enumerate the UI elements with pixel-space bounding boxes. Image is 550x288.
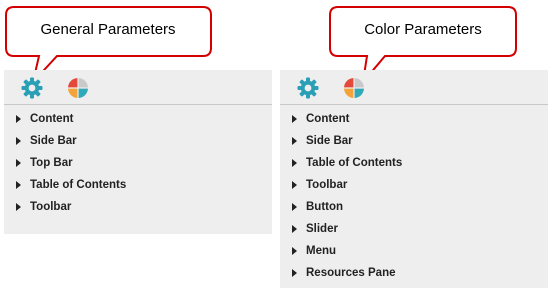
menu-item-side-bar[interactable]: Side Bar — [4, 130, 272, 152]
caret-right-icon — [292, 159, 297, 167]
menu-item-button[interactable]: Button — [280, 196, 548, 218]
menu-item-menu[interactable]: Menu — [280, 240, 548, 262]
menu-item-slider[interactable]: Slider — [280, 218, 548, 240]
menu-item-label: Toolbar — [306, 179, 348, 191]
panel-tab-bar — [4, 70, 272, 105]
caret-right-icon — [16, 203, 21, 211]
menu-item-label: Table of Contents — [306, 157, 403, 169]
general-parameters-list: Content Side Bar Top Bar Table of Conten… — [4, 108, 272, 218]
panel-tab-bar — [280, 70, 548, 105]
caret-right-icon — [292, 203, 297, 211]
caret-right-icon — [292, 247, 297, 255]
caret-right-icon — [292, 269, 297, 277]
caret-right-icon — [292, 225, 297, 233]
gear-icon[interactable] — [296, 76, 320, 100]
menu-item-side-bar[interactable]: Side Bar — [280, 130, 548, 152]
caret-right-icon — [16, 115, 21, 123]
menu-item-label: Resources Pane — [306, 267, 396, 279]
menu-item-label: Content — [30, 113, 74, 125]
menu-item-top-bar[interactable]: Top Bar — [4, 152, 272, 174]
menu-item-label: Side Bar — [306, 135, 353, 147]
color-parameters-panel: Content Side Bar Table of Contents Toolb… — [280, 70, 548, 288]
general-parameters-panel: Content Side Bar Top Bar Table of Conten… — [4, 70, 272, 234]
menu-item-content[interactable]: Content — [4, 108, 272, 130]
callout-label: Color Parameters — [364, 21, 482, 38]
menu-item-table-of-contents[interactable]: Table of Contents — [4, 174, 272, 196]
menu-item-label: Content — [306, 113, 350, 125]
menu-item-label: Side Bar — [30, 135, 77, 147]
color-wheel-icon[interactable] — [343, 77, 365, 99]
callout-label: General Parameters — [40, 21, 176, 38]
color-parameters-list: Content Side Bar Table of Contents Toolb… — [280, 108, 548, 284]
menu-item-content[interactable]: Content — [280, 108, 548, 130]
caret-right-icon — [16, 137, 21, 145]
caret-right-icon — [292, 137, 297, 145]
gear-icon[interactable] — [20, 76, 44, 100]
menu-item-label: Table of Contents — [30, 179, 127, 191]
menu-item-label: Toolbar — [30, 201, 72, 213]
caret-right-icon — [16, 159, 21, 167]
menu-item-toolbar[interactable]: Toolbar — [4, 196, 272, 218]
menu-item-label: Top Bar — [30, 157, 73, 169]
menu-item-resources-pane[interactable]: Resources Pane — [280, 262, 548, 284]
menu-item-label: Button — [306, 201, 344, 213]
menu-item-toolbar[interactable]: Toolbar — [280, 174, 548, 196]
menu-item-table-of-contents[interactable]: Table of Contents — [280, 152, 548, 174]
caret-right-icon — [292, 181, 297, 189]
menu-item-label: Slider — [306, 223, 338, 235]
color-wheel-icon[interactable] — [67, 77, 89, 99]
caret-right-icon — [16, 181, 21, 189]
menu-item-label: Menu — [306, 245, 337, 257]
caret-right-icon — [292, 115, 297, 123]
